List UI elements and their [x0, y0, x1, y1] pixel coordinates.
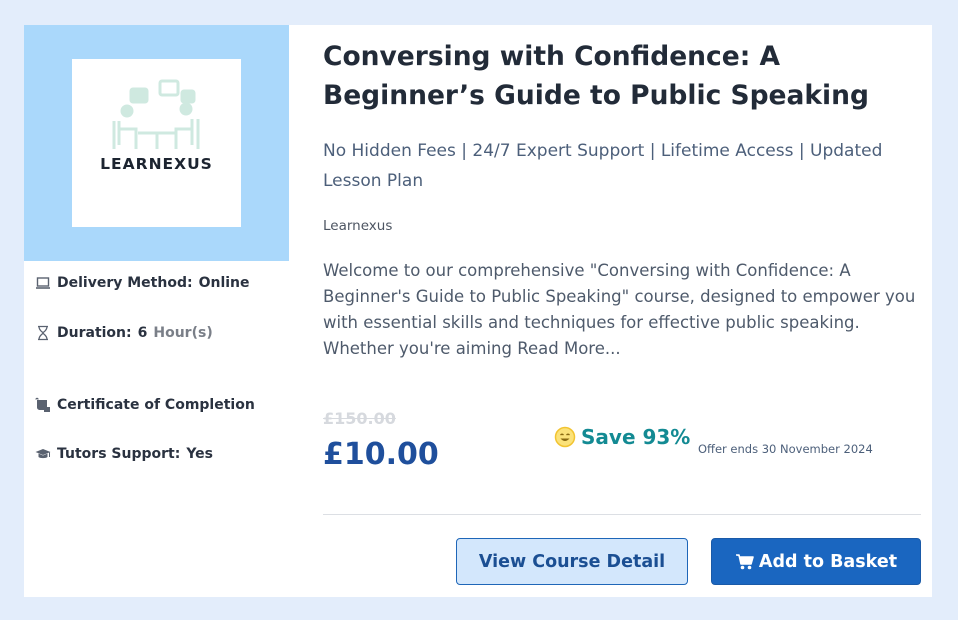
read-more-link[interactable]: Read More... — [517, 339, 620, 358]
duration-unit: Hour(s) — [153, 325, 213, 341]
course-logo-image[interactable]: LEARNEXUS — [72, 59, 241, 227]
hourglass-icon — [35, 325, 51, 341]
delivery-method-value: Online — [198, 275, 250, 291]
delivery-method: Delivery Method: Online — [35, 275, 250, 291]
course-title[interactable]: Conversing with Confidence: A Beginner’s… — [323, 37, 913, 115]
course-provider: Learnexus — [323, 218, 393, 234]
delivery-method-label: Delivery Method: — [57, 275, 193, 291]
course-tagline: No Hidden Fees | 24/7 Expert Support | L… — [323, 141, 883, 191]
course-card: LEARNEXUS Delivery Method: Online Durati… — [24, 25, 932, 597]
tutors-support-value: Yes — [186, 446, 213, 462]
divider — [323, 514, 921, 515]
shopping-cart-icon — [735, 553, 755, 571]
certificate: Certificate of Completion — [35, 397, 255, 413]
sale-price: £10.00 — [323, 437, 439, 472]
add-to-basket-label: Add to Basket — [758, 551, 898, 572]
view-course-detail-button[interactable]: View Course Detail — [456, 538, 688, 585]
offer-end-date: Offer ends 30 November 2024 — [698, 442, 873, 456]
certificate-icon — [35, 397, 51, 413]
certificate-label: Certificate of Completion — [57, 397, 255, 413]
tutors-support-label: Tutors Support: — [57, 446, 181, 462]
save-percentage: Save 93% — [581, 425, 691, 449]
laptop-icon — [35, 275, 51, 291]
original-price: £150.00 — [323, 409, 396, 428]
duration-label: Duration: — [57, 325, 132, 341]
duration-value: 6 — [137, 325, 148, 341]
tutors-support: Tutors Support: Yes — [35, 446, 213, 462]
course-description: Welcome to our comprehensive "Conversing… — [323, 258, 918, 362]
brand-logo-text: LEARNEXUS — [100, 155, 213, 173]
people-talking-illustration — [112, 79, 200, 149]
graduation-cap-icon — [35, 446, 51, 462]
course-thumbnail-area[interactable]: LEARNEXUS — [24, 25, 289, 261]
save-badge: Save 93% — [554, 425, 690, 449]
view-course-detail-label: View Course Detail — [478, 551, 666, 572]
smiley-icon — [554, 426, 576, 448]
add-to-basket-button[interactable]: Add to Basket — [711, 538, 921, 585]
duration: Duration: 6 Hour(s) — [35, 325, 213, 341]
